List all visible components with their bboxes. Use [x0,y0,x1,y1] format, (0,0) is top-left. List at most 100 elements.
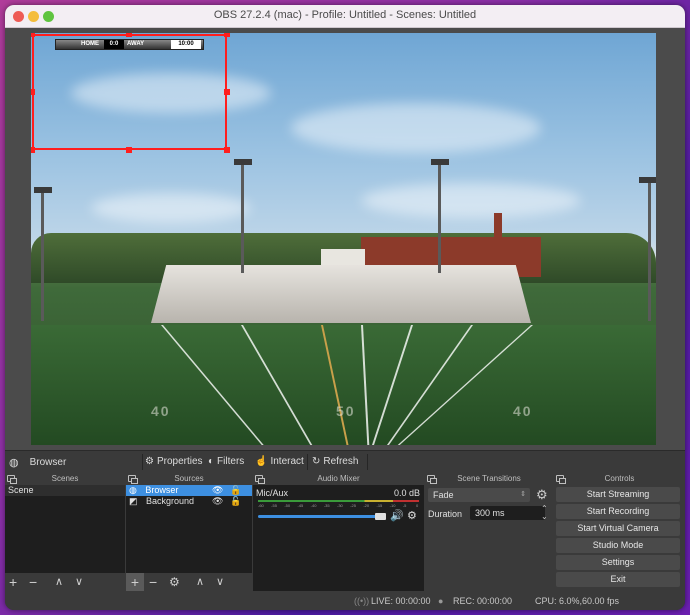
resize-handle[interactable] [224,89,230,95]
meter-tick: -5 [402,503,407,508]
divider [367,454,368,470]
selected-source: ◍ Browser [9,456,66,469]
meter-tick: -25 [350,503,356,508]
yard-number: 40 [513,403,533,419]
resize-handle[interactable] [31,33,35,37]
refresh-icon: ↻ [312,456,321,467]
remove-source-button[interactable]: − [149,573,157,591]
duration-input[interactable]: 300 ms [470,506,545,520]
volume-slider-handle[interactable] [375,513,386,520]
start-virtual-camera-button[interactable]: Start Virtual Camera [556,521,680,536]
grandstand [151,265,531,323]
light-pole [648,181,651,321]
transition-properties-gear-icon[interactable]: ⚙ [536,487,548,503]
properties-button[interactable]: ⚙ Properties [145,456,203,467]
scenes-dock-header: Scenes [5,473,125,485]
light-pole-head [639,177,656,183]
globe-icon: ◍ [129,485,137,495]
move-scene-down-button[interactable]: ∨ [75,573,83,591]
preview-canvas[interactable]: 40 50 40 HOME 0:0 AWAY 10:00 [31,33,656,445]
resize-handle[interactable] [31,89,35,95]
scene-transitions-header: Scene Transitions [425,473,553,485]
scene-item[interactable]: Scene [5,485,125,496]
start-streaming-button[interactable]: Start Streaming [556,487,680,502]
eye-icon[interactable]: 👁 [212,485,223,496]
source-item-browser[interactable]: ◍ Browser 👁 🔓 [126,485,252,496]
chimney [494,213,502,241]
interact-button[interactable]: ☝ Interact [255,456,304,467]
light-pole [41,191,44,321]
sources-title: Sources [174,474,204,483]
obs-window: OBS 27.2.4 (mac) - Profile: Untitled - S… [5,5,685,610]
resize-handle[interactable] [31,147,35,153]
transition-select[interactable]: Fade ⇕ [428,488,530,502]
refresh-button[interactable]: ↻ Refresh [312,456,358,467]
preview-area[interactable]: 40 50 40 HOME 0:0 AWAY 10:00 [5,28,685,450]
audio-mixer-body: Mic/Aux 0.0 dB -60 -55 -50 -45 -40 -35 -30 -25-… [253,485,424,591]
remove-scene-button[interactable]: − [29,573,37,591]
gear-icon[interactable]: ⚙ [407,509,417,522]
scoreboard-overlay: HOME 0:0 AWAY 10:00 [55,39,204,50]
light-pole-head [234,159,252,165]
add-scene-button[interactable]: + [9,573,17,591]
source-name: Background [146,496,195,506]
controls-dock: Controls Start Streaming Start Recording… [554,473,685,591]
duration-stepper[interactable]: ⌃ ⌄ [541,505,548,521]
browser-source-selection[interactable] [32,34,227,150]
yard-number: 40 [151,403,171,419]
status-bar: ((•)) LIVE: 00:00:00 ● REC: 00:00:00 CPU… [5,591,685,610]
audio-mixer-header: Audio Mixer [253,473,424,485]
settings-button[interactable]: Settings [556,555,680,570]
start-recording-button[interactable]: Start Recording [556,504,680,519]
source-properties-button[interactable]: ⚙ [169,573,180,591]
divider [307,454,308,470]
scoreboard-score: 0:0 [104,40,124,49]
scoreboard-away: AWAY [127,41,145,47]
meter-tick: -30 [337,503,343,508]
meter-tick: -10 [389,503,396,508]
title-bar: OBS 27.2.4 (mac) - Profile: Untitled - S… [5,5,685,28]
globe-icon: ◍ [9,457,19,469]
rec-dot-icon: ● [438,596,444,606]
undock-icon[interactable] [427,475,437,484]
filters-button[interactable]: ◐ Filters [208,456,244,467]
source-toolbar: ◍ Browser ⚙ Properties ◐ Filters ☝ Inter… [5,450,685,473]
scene-transitions-title: Scene Transitions [457,474,521,483]
refresh-label: Refresh [323,456,359,467]
resize-handle[interactable] [126,33,132,37]
source-item-background[interactable]: ◩ Background 👁 🔓 [126,496,252,507]
selected-source-name: Browser [29,457,67,468]
resize-handle[interactable] [126,147,132,153]
speaker-icon[interactable]: 🔊 [390,509,404,522]
eye-icon[interactable]: 👁 [212,496,223,507]
volume-slider[interactable] [258,515,383,518]
studio-mode-button[interactable]: Studio Mode [556,538,680,553]
resize-handle[interactable] [224,33,230,37]
add-source-button[interactable]: + [126,573,144,591]
light-pole [438,163,441,273]
unlock-icon[interactable]: 🔓 [230,496,241,507]
filters-label: Filters [217,456,245,467]
undock-icon[interactable] [7,475,17,484]
undock-icon[interactable] [556,475,566,484]
hand-pointer-icon: ☝ [255,456,268,467]
move-source-down-button[interactable]: ∨ [216,573,224,591]
scoreboard-time: 10:00 [171,40,201,49]
meter-tick: -60 [258,503,264,508]
live-timer: LIVE: 00:00:00 [371,596,431,606]
updown-chevron-icon: ⇕ [520,491,526,498]
sources-toolbar: + − ⚙ ∧ ∨ [126,573,252,591]
move-source-up-button[interactable]: ∧ [196,573,204,591]
light-pole-head [431,159,449,165]
resize-handle[interactable] [224,147,230,153]
undock-icon[interactable] [128,475,138,484]
undock-icon[interactable] [255,475,265,484]
scene-transitions-dock: Scene Transitions Fade ⇕ ⚙ Duration 300 … [425,473,553,591]
exit-button[interactable]: Exit [556,572,680,587]
volume-meter [258,500,419,502]
scenes-list: Scene [5,485,125,573]
unlock-icon[interactable]: 🔓 [230,485,241,496]
meter-tick: -15 [376,503,383,508]
move-scene-up-button[interactable]: ∧ [55,573,63,591]
controls-header: Controls [554,473,685,485]
